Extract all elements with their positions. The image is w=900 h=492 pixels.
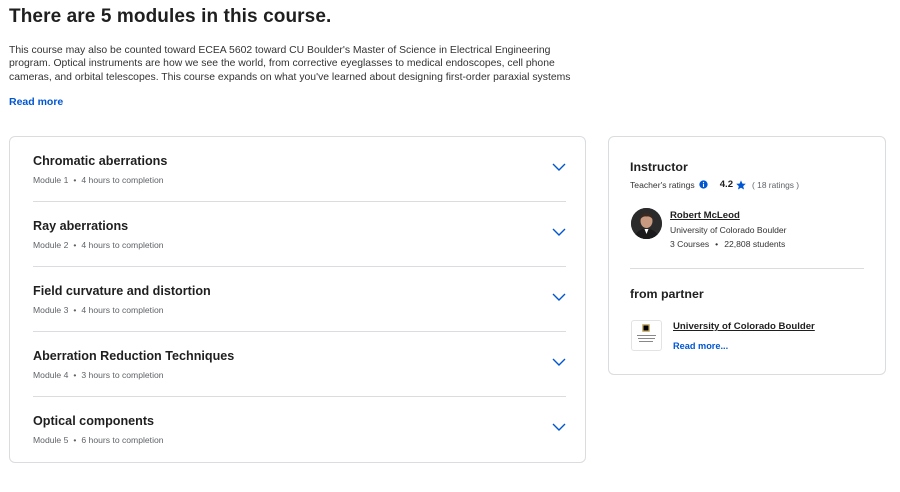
module-meta: Module 2 • 4 hours to completion bbox=[33, 240, 164, 250]
module-number: Module 2 bbox=[33, 240, 69, 250]
section-heading: There are 5 modules in this course. bbox=[9, 6, 332, 27]
instructor-section-title: Instructor bbox=[630, 160, 688, 174]
module-number: Module 1 bbox=[33, 175, 69, 185]
avatar[interactable] bbox=[631, 208, 662, 239]
courses-count: 3 Courses bbox=[670, 239, 710, 249]
students-count: 22,808 students bbox=[724, 239, 786, 249]
chevron-down-icon[interactable] bbox=[552, 423, 566, 432]
teacher-ratings: Teacher's ratings 4.2 ( 18 ratings ) bbox=[630, 179, 799, 190]
module-item[interactable]: Aberration Reduction Techniques Module 4… bbox=[33, 332, 566, 397]
module-title: Aberration Reduction Techniques bbox=[33, 349, 235, 363]
module-number: Module 3 bbox=[33, 305, 69, 315]
module-duration: 4 hours to completion bbox=[81, 240, 164, 250]
module-item[interactable]: Ray aberrations Module 2 • 4 hours to comp… bbox=[33, 202, 566, 267]
partner-logo[interactable] bbox=[631, 320, 662, 351]
meta-separator: • bbox=[715, 239, 719, 249]
instructor-card: Instructor Teacher's ratings 4.2 ( 18 ra… bbox=[608, 136, 886, 375]
module-item[interactable]: Field curvature and distortion Module 3 •… bbox=[33, 267, 566, 332]
rating-value: 4.2 bbox=[719, 179, 734, 190]
divider bbox=[630, 268, 864, 269]
module-title: Ray aberrations bbox=[33, 219, 129, 233]
meta-separator: • bbox=[73, 305, 77, 315]
module-number: Module 5 bbox=[33, 435, 69, 445]
module-duration: 4 hours to completion bbox=[81, 175, 164, 185]
module-meta: Module 5 • 6 hours to completion bbox=[33, 435, 164, 445]
module-meta: Module 4 • 3 hours to completion bbox=[33, 370, 164, 380]
partner-name-link[interactable]: University of Colorado Boulder bbox=[673, 321, 815, 332]
chevron-down-icon[interactable] bbox=[552, 228, 566, 237]
read-more-link[interactable]: Read more bbox=[9, 96, 63, 108]
module-duration: 3 hours to completion bbox=[81, 370, 164, 380]
star-icon bbox=[736, 179, 746, 189]
partner-read-more-link[interactable]: Read more... bbox=[673, 341, 728, 351]
module-meta: Module 3 • 4 hours to completion bbox=[33, 305, 164, 315]
meta-separator: • bbox=[73, 435, 77, 445]
rating-count: ( 18 ratings ) bbox=[752, 179, 800, 190]
module-title: Chromatic aberrations bbox=[33, 154, 168, 168]
module-item[interactable]: Optical components Module 5 • 6 hours to c… bbox=[33, 397, 566, 462]
instructor-stats: 3 Courses • 22,808 students bbox=[670, 239, 785, 249]
ratings-label: Teacher's ratings bbox=[630, 179, 695, 190]
course-description: This course may also be counted toward E… bbox=[9, 45, 571, 83]
chevron-down-icon[interactable] bbox=[552, 358, 566, 367]
module-title: Field curvature and distortion bbox=[33, 284, 211, 298]
partner-section-title: from partner bbox=[630, 287, 704, 301]
chevron-down-icon[interactable] bbox=[552, 293, 566, 302]
meta-separator: • bbox=[73, 240, 77, 250]
instructor-name-link[interactable]: Robert McLeod bbox=[670, 210, 740, 221]
chevron-down-icon[interactable] bbox=[552, 163, 566, 172]
module-meta: Module 1 • 4 hours to completion bbox=[33, 175, 164, 185]
module-duration: 4 hours to completion bbox=[81, 305, 164, 315]
instructor-organization: University of Colorado Boulder bbox=[670, 225, 787, 235]
meta-separator: • bbox=[73, 370, 77, 380]
modules-list: Chromatic aberrations Module 1 • 4 hours t… bbox=[9, 136, 586, 463]
meta-separator: • bbox=[73, 175, 77, 185]
module-duration: 6 hours to completion bbox=[81, 435, 164, 445]
module-title: Optical components bbox=[33, 414, 155, 428]
module-item[interactable]: Chromatic aberrations Module 1 • 4 hours t… bbox=[33, 137, 566, 202]
module-number: Module 4 bbox=[33, 370, 69, 380]
info-icon[interactable] bbox=[699, 180, 708, 189]
